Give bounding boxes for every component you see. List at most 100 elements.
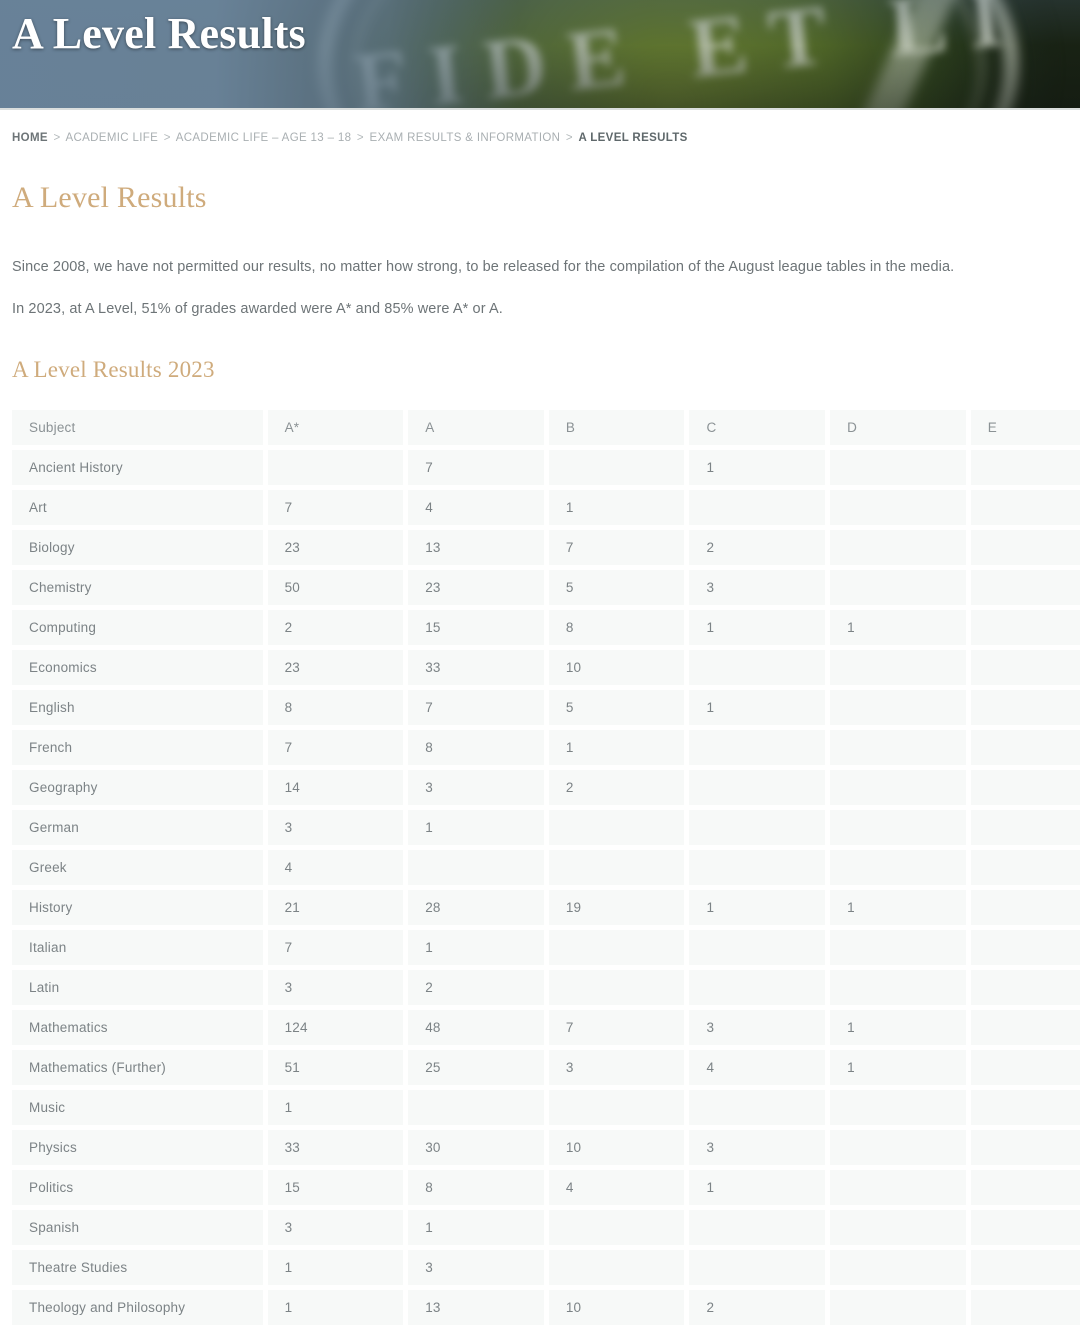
breadcrumb-item-exam-results-information[interactable]: EXAM RESULTS & INFORMATION	[370, 132, 561, 144]
breadcrumb-separator: >	[356, 132, 364, 144]
table-cell-grade-e	[970, 529, 1080, 565]
table-cell-grade-d	[830, 1249, 966, 1285]
table-cell-grade-d: 1	[830, 609, 966, 645]
table-cell-grade-c	[689, 729, 826, 765]
breadcrumb-separator: >	[53, 132, 61, 144]
table-cell-grade-c: 1	[689, 1169, 826, 1205]
table-cell-grade-d	[830, 1129, 966, 1165]
breadcrumb-item-academic-life[interactable]: ACADEMIC LIFE	[65, 132, 158, 144]
table-cell-grade-e	[970, 849, 1080, 885]
table-cell-grade-e	[970, 689, 1080, 725]
table-cell-grade-astar	[267, 449, 404, 485]
table-cell-grade-e	[970, 1049, 1080, 1085]
table-cell-grade-d	[830, 689, 966, 725]
table-cell-grade-c: 1	[689, 449, 826, 485]
table-cell-grade-e	[970, 809, 1080, 845]
table-cell-grade-c: 2	[689, 529, 826, 565]
table-cell-grade-c	[689, 969, 826, 1005]
table-cell-grade-astar: 8	[267, 689, 404, 725]
table-header-row: SubjectA*ABCDEU	[12, 409, 1080, 445]
table-cell-grade-d	[830, 849, 966, 885]
table-row: Mathematics (Further) 51 25 3 4 1	[12, 1049, 1080, 1085]
table-cell-grade-b	[548, 449, 685, 485]
table-cell-grade-d	[830, 969, 966, 1005]
intro-paragraph-1: Since 2008, we have not permitted our re…	[12, 259, 955, 275]
table-cell-grade-a: 7	[408, 689, 544, 725]
breadcrumb-item-academic-life-age-13-18[interactable]: ACADEMIC LIFE – AGE 13 – 18	[176, 132, 352, 144]
table-cell-grade-a: 1	[408, 929, 544, 965]
breadcrumb: HOME > ACADEMIC LIFE > ACADEMIC LIFE – A…	[12, 130, 1068, 146]
table-cell-grade-b	[548, 849, 685, 885]
table-cell-grade-e	[970, 649, 1080, 685]
table-cell-grade-e	[970, 929, 1080, 965]
table-cell-grade-b	[548, 809, 685, 845]
table-cell-grade-a: 1	[408, 1209, 544, 1245]
table-cell-grade-a: 7	[408, 449, 544, 485]
table-row: Greek 4	[12, 849, 1080, 885]
table-cell-grade-e	[970, 449, 1080, 485]
table-cell-grade-astar: 2	[267, 609, 404, 645]
table-row: Biology 23 13 7 2	[12, 529, 1080, 565]
table-head: SubjectA*ABCDEU	[12, 409, 1080, 445]
table-cell-grade-b: 7	[548, 1009, 685, 1045]
table-cell-grade-astar: 23	[267, 649, 404, 685]
table-cell-subject: Chemistry	[12, 569, 263, 605]
table-cell-grade-b	[548, 1089, 685, 1125]
table-cell-grade-c	[689, 1209, 826, 1245]
table-cell-subject: Spanish	[12, 1209, 263, 1245]
table-cell-subject: Biology	[12, 529, 263, 565]
table-cell-subject: Music	[12, 1089, 263, 1125]
table-cell-grade-a: 33	[408, 649, 544, 685]
table-cell-grade-b	[548, 969, 685, 1005]
table-cell-grade-c: 1	[689, 889, 826, 925]
table-cell-grade-c: 3	[689, 1129, 826, 1165]
table-cell-grade-d	[830, 1089, 966, 1125]
table-cell-grade-c: 3	[689, 569, 826, 605]
table-cell-subject: Latin	[12, 969, 263, 1005]
table-cell-grade-a: 25	[408, 1049, 544, 1085]
table-row: Theology and Philosophy 1 13 10 2	[12, 1289, 1080, 1325]
table-cell-grade-a: 1	[408, 809, 544, 845]
table-cell-grade-e	[970, 609, 1080, 645]
breadcrumb-item-current: A LEVEL RESULTS	[578, 132, 688, 144]
table-cell-grade-c	[689, 769, 826, 805]
breadcrumb-item-home[interactable]: HOME	[12, 132, 48, 144]
table-cell-grade-b	[548, 929, 685, 965]
table-cell-grade-e	[970, 1289, 1080, 1325]
table-cell-grade-d	[830, 489, 966, 525]
table-cell-subject: English	[12, 689, 263, 725]
table-cell-grade-astar: 21	[267, 889, 404, 925]
page-hero-banner: FIDE ET LI A Level Results	[0, 0, 1080, 108]
table-row: Chemistry 50 23 5 3	[12, 569, 1080, 605]
table-cell-grade-e	[970, 1089, 1080, 1125]
table-cell-grade-d	[830, 649, 966, 685]
table-cell-grade-astar: 50	[267, 569, 404, 605]
table-row: Economics 23 33 10	[12, 649, 1080, 685]
table-cell-grade-b: 19	[548, 889, 685, 925]
table-cell-grade-d	[830, 529, 966, 565]
table-cell-grade-e	[970, 1249, 1080, 1285]
table-cell-grade-c: 2	[689, 1289, 826, 1325]
table-row: Politics 15 8 4 1	[12, 1169, 1080, 1205]
table-cell-grade-astar: 51	[267, 1049, 404, 1085]
table-cell-grade-a: 28	[408, 889, 544, 925]
table-cell-subject: Computing	[12, 609, 263, 645]
table-cell-grade-b: 5	[548, 689, 685, 725]
table-row: Physics 33 30 10 3	[12, 1129, 1080, 1165]
table-cell-grade-e	[970, 1169, 1080, 1205]
table-column-header-a: A	[408, 409, 544, 445]
table-cell-grade-a: 15	[408, 609, 544, 645]
intro-paragraph-2: In 2023, at A Level, 51% of grades award…	[12, 301, 503, 317]
table-body: Ancient History 7 1 Art 7 4 1 Biology 23 13 7 2 Chem…	[12, 449, 1080, 1325]
table-cell-grade-c	[689, 849, 826, 885]
table-row: German 3 1	[12, 809, 1080, 845]
table-cell-grade-a: 2	[408, 969, 544, 1005]
table-cell-grade-c	[689, 1089, 826, 1125]
table-row: Art 7 4 1	[12, 489, 1080, 525]
table-cell-grade-d: 1	[830, 1009, 966, 1045]
table-cell-grade-d	[830, 929, 966, 965]
table-cell-grade-d	[830, 1209, 966, 1245]
table-cell-subject: Theology and Philosophy	[12, 1289, 263, 1325]
table-row: Latin 3 2	[12, 969, 1080, 1005]
table-cell-grade-d	[830, 809, 966, 845]
